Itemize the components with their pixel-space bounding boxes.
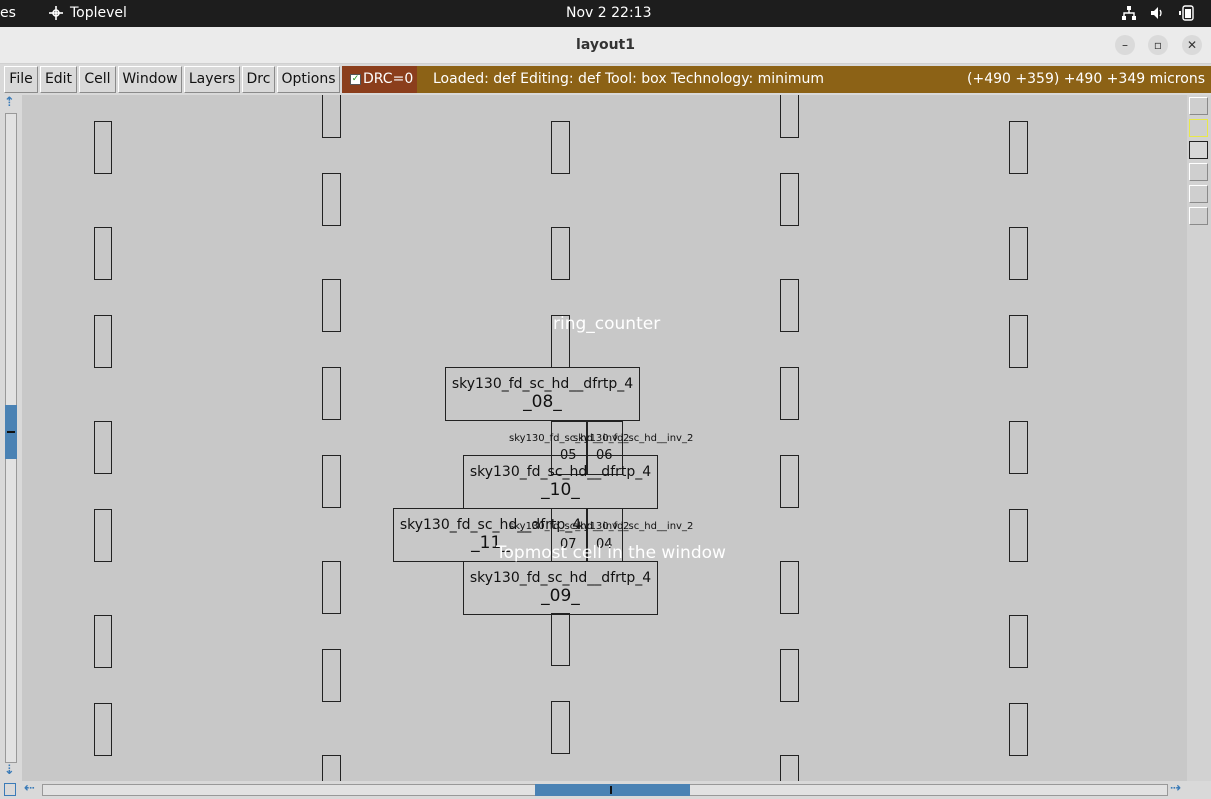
menu-edit[interactable]: Edit — [40, 66, 77, 93]
pad — [322, 367, 341, 420]
vertical-scrollbar[interactable]: ⇡ ⇣ — [0, 95, 22, 781]
pad — [94, 121, 112, 174]
hscroll-thumb[interactable] — [535, 784, 690, 796]
menubar: File Edit Cell Window Layers Drc Options… — [0, 64, 1211, 95]
cell-type: sky130_fd_sc_hd__dfrtp_4 — [451, 376, 634, 392]
activities-fragment[interactable]: es — [0, 5, 16, 21]
pad — [780, 367, 799, 420]
menu-cell[interactable]: Cell — [79, 66, 116, 93]
cell-id: _10_ — [541, 480, 580, 500]
pad — [322, 173, 341, 226]
pad — [1009, 121, 1028, 174]
drc-toggle[interactable]: ✓ DRC=0 — [342, 66, 417, 93]
pad — [322, 755, 341, 781]
scroll-down-icon[interactable]: ⇣ — [4, 763, 15, 778]
pad — [322, 455, 341, 508]
system-top-bar: es Toplevel Nov 2 22:13 — [0, 0, 1211, 27]
pad — [322, 649, 341, 702]
cell-instance-09[interactable]: sky130_fd_sc_hd__dfrtp_4 _09_ — [463, 561, 658, 615]
pad — [94, 509, 112, 562]
cell-type: sky130_fd_sc_hd__dfrtp_4 — [469, 464, 652, 480]
check-icon: ✓ — [350, 73, 361, 85]
horizontal-scrollbar[interactable]: ⇠ ⇢ — [0, 781, 1211, 799]
scroll-right-icon[interactable]: ⇢ — [1170, 781, 1181, 796]
cell-type: sky130_fd_sc_hd__dfrtp_4 — [469, 570, 652, 586]
pad — [94, 227, 112, 280]
pad — [1009, 227, 1028, 280]
close-icon[interactable]: ✕ — [1182, 35, 1202, 55]
pad — [780, 561, 799, 614]
small-cell-type: sky130_fd_sc_hd__inv_2 — [573, 521, 694, 532]
status-text: Loaded: def Editing: def Tool: box Techn… — [433, 71, 825, 87]
pad — [322, 279, 341, 332]
pad — [551, 121, 570, 174]
layer-button[interactable] — [1189, 119, 1208, 137]
toplevel-icon — [48, 5, 64, 25]
menu-layers[interactable]: Layers — [184, 66, 240, 93]
pad — [94, 615, 112, 668]
layer-button[interactable] — [1189, 97, 1208, 115]
app-menu-label[interactable]: Toplevel — [70, 5, 127, 21]
status-bar: Loaded: def Editing: def Tool: box Techn… — [417, 66, 1211, 93]
pad — [551, 701, 570, 754]
layer-button[interactable] — [1189, 141, 1208, 159]
pad — [94, 315, 112, 368]
drc-label: DRC=0 — [363, 71, 414, 87]
scroll-left-icon[interactable]: ⇠ — [24, 781, 35, 796]
hscroll-grip — [610, 786, 612, 794]
cell-id: _09_ — [541, 586, 580, 606]
pad — [551, 227, 570, 280]
pad — [1009, 315, 1028, 368]
pad — [1009, 421, 1028, 474]
pad — [780, 173, 799, 226]
layer-button[interactable] — [1189, 207, 1208, 225]
pad — [780, 455, 799, 508]
pad — [94, 421, 112, 474]
scroll-up-icon[interactable]: ⇡ — [4, 95, 15, 110]
layer-button[interactable] — [1189, 185, 1208, 203]
window-title: layout1 — [576, 37, 635, 53]
small-cell-type: sky130_fd_sc_hd__inv_2 — [573, 433, 694, 444]
menu-options[interactable]: Options — [277, 66, 340, 93]
pad — [780, 649, 799, 702]
layer-button[interactable] — [1189, 163, 1208, 181]
cell-instance-08[interactable]: sky130_fd_sc_hd__dfrtp_4 _08_ — [445, 367, 640, 421]
maximize-icon[interactable]: ▫ — [1148, 35, 1168, 55]
layout-canvas[interactable]: ring_counter sky130_fd_sc_hd__dfrtp_4 _0… — [22, 95, 1187, 781]
menu-window[interactable]: Window — [118, 66, 182, 93]
window-titlebar[interactable]: layout1 – ▫ ✕ — [0, 27, 1211, 64]
pad — [1009, 509, 1028, 562]
cell-instance-10[interactable]: sky130_fd_sc_hd__dfrtp_4 _10_ — [463, 455, 658, 509]
network-icon[interactable] — [1121, 5, 1137, 25]
battery-icon[interactable] — [1178, 5, 1196, 25]
clock[interactable]: Nov 2 22:13 — [566, 5, 651, 21]
cell-id: _08_ — [523, 392, 562, 412]
volume-icon[interactable] — [1149, 5, 1165, 25]
topmost-cell-hint: Topmost cell in the window — [496, 543, 726, 563]
pad — [780, 279, 799, 332]
pad — [94, 703, 112, 756]
top-cell-label: ring_counter — [553, 314, 661, 334]
vscroll-grip — [7, 431, 15, 433]
menu-file[interactable]: File — [4, 66, 38, 93]
layer-panel — [1187, 95, 1211, 781]
pad — [322, 95, 341, 138]
pad — [780, 95, 799, 138]
pad — [1009, 703, 1028, 756]
pad — [1009, 615, 1028, 668]
pad — [551, 613, 570, 666]
zoom-box-icon[interactable] — [4, 783, 16, 796]
menu-drc[interactable]: Drc — [242, 66, 275, 93]
minimize-icon[interactable]: – — [1115, 35, 1135, 55]
cursor-coordinates: (+490 +359) +490 +349 microns — [967, 71, 1205, 87]
pad — [322, 561, 341, 614]
pad — [780, 755, 799, 781]
